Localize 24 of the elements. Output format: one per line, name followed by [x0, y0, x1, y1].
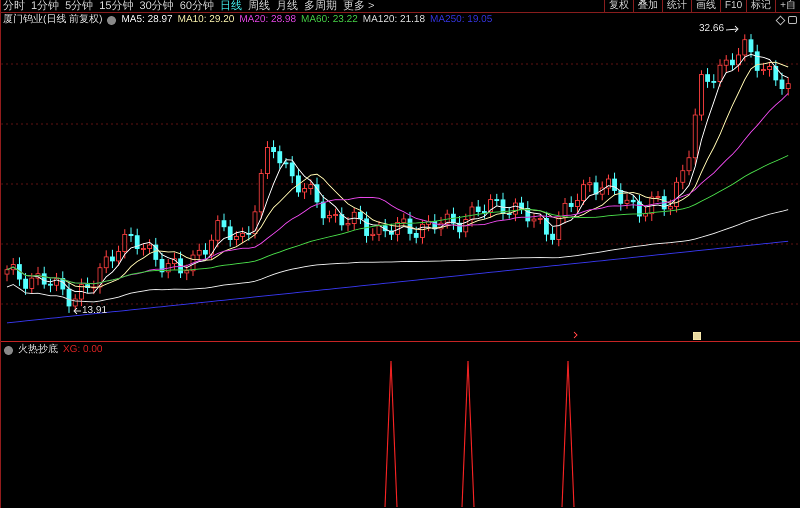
ma-legend: MA10: 29.20	[178, 15, 234, 25]
collapse-icon[interactable]	[4, 346, 13, 354]
ma-legend: MA5: 28.97	[121, 15, 173, 25]
low-price-label: 13.91	[82, 306, 108, 316]
ma-legend: MA20: 28.98	[239, 15, 296, 25]
toolbar-button[interactable]: 复权	[604, 0, 633, 12]
indicator-value: XG: 0.00	[63, 345, 102, 355]
ma-legend: MA60: 23.22	[301, 15, 358, 25]
collapse-icon[interactable]	[107, 16, 116, 24]
screenshot-icon[interactable]	[788, 16, 797, 24]
toolbar-button[interactable]: 标记	[746, 0, 776, 12]
arrow-icon	[73, 307, 81, 315]
signal-mark-icon	[574, 332, 578, 338]
ma-legend: MA250: 19.05	[430, 15, 492, 25]
toolbar-button[interactable]: +自	[775, 0, 800, 12]
indicator-name: 火热抄底	[18, 345, 58, 355]
chart-title: 厦门钨业(日线 前复权)	[3, 15, 102, 25]
arrow-icon	[726, 25, 740, 33]
high-price-label: 32.66	[699, 24, 724, 34]
ma-legend: MA120: 21.18	[362, 15, 426, 25]
toolbar-button[interactable]: 叠加	[632, 0, 662, 12]
toolbar-button[interactable]: 画线	[690, 0, 720, 12]
toolbar-button[interactable]: F10	[720, 0, 746, 12]
note-mark-icon	[693, 332, 701, 340]
